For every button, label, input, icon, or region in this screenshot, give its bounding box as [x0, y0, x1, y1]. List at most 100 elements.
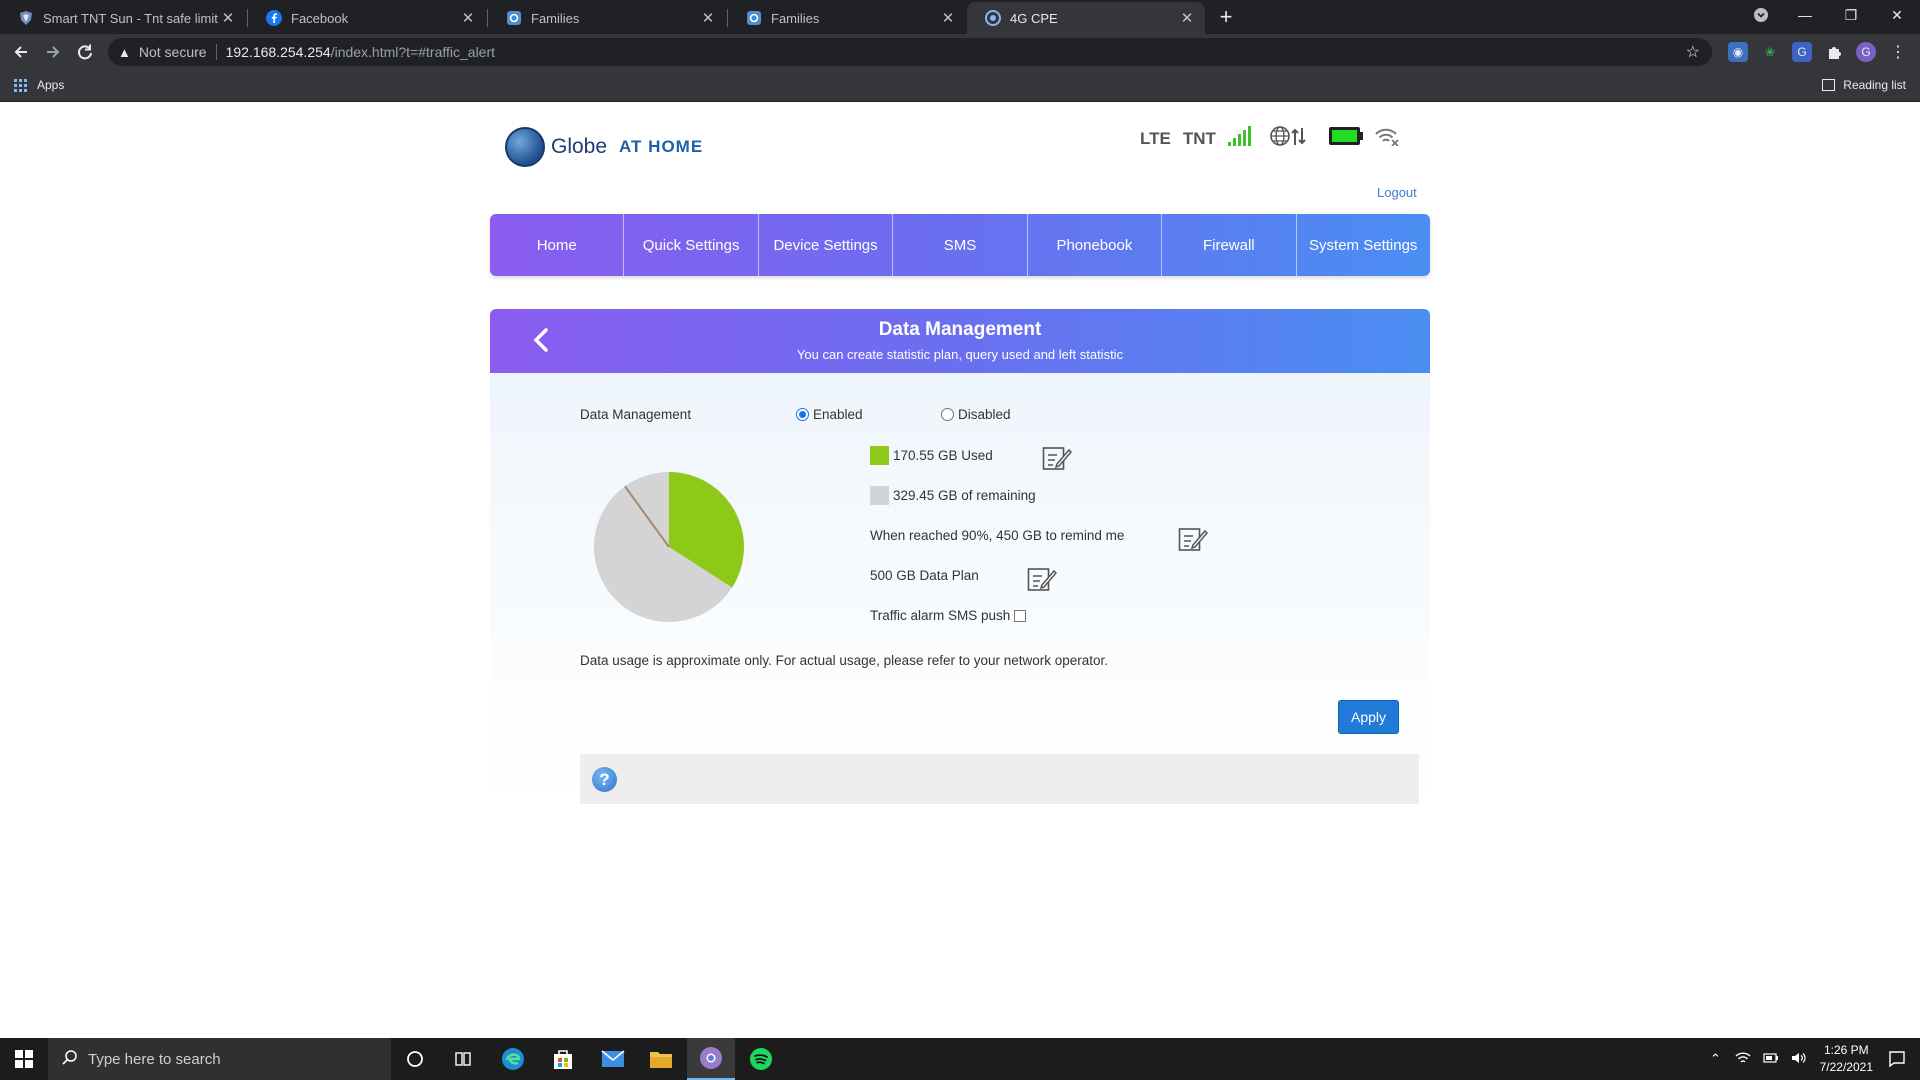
- logout-link[interactable]: Logout: [1377, 185, 1417, 200]
- close-tab-icon[interactable]: ✕: [698, 9, 718, 27]
- browser-tab-strip: Smart TNT Sun - Tnt safe limit | F ✕ Fac…: [0, 0, 1920, 34]
- menu-kebab-icon[interactable]: ⋮: [1888, 42, 1908, 62]
- radio-button[interactable]: [941, 408, 954, 421]
- file-explorer-icon[interactable]: [637, 1038, 685, 1080]
- search-icon: [62, 1049, 78, 1069]
- close-tab-icon[interactable]: ✕: [1177, 9, 1197, 27]
- windows-taskbar: Type here to search ⌃ 1:26 PM 7/22/2021: [0, 1038, 1920, 1080]
- extension-leaf-icon[interactable]: ❀: [1760, 42, 1780, 62]
- divider: [215, 44, 217, 60]
- browser-tab-2[interactable]: Facebook ✕: [248, 2, 486, 34]
- search-placeholder: Type here to search: [88, 1050, 221, 1068]
- network-icon[interactable]: [1735, 1051, 1751, 1068]
- back-icon[interactable]: [6, 34, 36, 70]
- nav-sms[interactable]: SMS: [893, 214, 1028, 276]
- tab-search-icon[interactable]: [1738, 0, 1784, 30]
- data-plan-row: 500 GB Data Plan: [870, 568, 979, 583]
- signal-strength-icon: [1227, 126, 1252, 151]
- wifi-off-icon: [1374, 126, 1400, 151]
- enabled-radio[interactable]: Enabled: [796, 407, 863, 422]
- chrome-icon: [985, 10, 1001, 26]
- nav-firewall[interactable]: Firewall: [1162, 214, 1297, 276]
- edit-data-plan-icon[interactable]: [1027, 566, 1058, 592]
- cortana-icon[interactable]: [391, 1038, 439, 1080]
- warning-icon[interactable]: ▲: [118, 45, 131, 60]
- apply-button[interactable]: Apply: [1338, 700, 1399, 734]
- network-type: LTE: [1140, 128, 1171, 148]
- edit-used-icon[interactable]: [1042, 445, 1073, 471]
- used-label: 170.55 GB Used: [893, 448, 993, 463]
- new-tab-button[interactable]: +: [1214, 4, 1238, 30]
- remind-threshold-label: When reached 90%, 450 GB to remind me: [870, 528, 1125, 543]
- section-header: Data Management You can create statistic…: [490, 309, 1430, 373]
- show-hidden-icons-icon[interactable]: ⌃: [1710, 1051, 1721, 1067]
- nav-device-settings[interactable]: Device Settings: [759, 214, 894, 276]
- remaining-label: 329.45 GB of remaining: [893, 488, 1036, 503]
- remind-threshold-row: When reached 90%, 450 GB to remind me: [870, 528, 1124, 543]
- chrome-taskbar-icon[interactable]: [687, 1038, 735, 1080]
- forward-icon[interactable]: [38, 34, 68, 70]
- bookmark-star-icon[interactable]: ☆: [1686, 42, 1700, 62]
- nav-home[interactable]: Home: [490, 214, 625, 276]
- battery-tray-icon[interactable]: [1763, 1052, 1779, 1067]
- radio-button-selected[interactable]: [796, 408, 809, 421]
- router-admin-page: Globe AT HOME LTE TNT Logout Home Quick …: [0, 103, 1920, 1038]
- extension-translate-icon[interactable]: G: [1792, 42, 1812, 62]
- data-management-panel: Data Management Enabled Disabled 170.55 …: [490, 373, 1430, 811]
- notifications-icon[interactable]: [1874, 1038, 1920, 1080]
- reading-list-button[interactable]: Reading list: [1822, 78, 1906, 92]
- sms-push-label: Traffic alarm SMS push: [870, 608, 1011, 623]
- browser-tab-active[interactable]: 4G CPE ✕: [967, 2, 1205, 34]
- disabled-radio[interactable]: Disabled: [941, 407, 1011, 422]
- brand-suffix: AT HOME: [619, 137, 704, 156]
- status-indicators: LTE TNT: [1140, 125, 1400, 152]
- taskbar-clock[interactable]: 1:26 PM 7/22/2021: [1820, 1042, 1873, 1076]
- used-legend: 170.55 GB Used: [870, 446, 993, 465]
- close-window-icon[interactable]: ✕: [1874, 0, 1920, 30]
- taskbar-search-box[interactable]: Type here to search: [48, 1038, 391, 1080]
- extensions-puzzle-icon[interactable]: [1824, 42, 1844, 62]
- security-label[interactable]: Not secure: [139, 44, 207, 60]
- edge-icon[interactable]: [489, 1038, 537, 1080]
- apps-shortcut[interactable]: Apps: [14, 78, 64, 92]
- tab-title: Facebook: [291, 10, 349, 26]
- edit-threshold-icon[interactable]: [1178, 526, 1209, 552]
- remaining-legend: 329.45 GB of remaining: [870, 486, 1036, 505]
- address-bar[interactable]: ▲ Not secure 192.168.254.254/index.html?…: [108, 38, 1712, 66]
- mail-icon[interactable]: [589, 1038, 637, 1080]
- browser-tab-1[interactable]: Smart TNT Sun - Tnt safe limit | F ✕: [0, 2, 246, 34]
- close-tab-icon[interactable]: ✕: [458, 9, 478, 27]
- extension-camera-icon[interactable]: ◉: [1728, 42, 1748, 62]
- minimize-icon[interactable]: —: [1782, 0, 1828, 30]
- tab-title: Families: [771, 10, 820, 26]
- browser-tab-4[interactable]: Families ✕: [728, 2, 966, 34]
- url-host: 192.168.254.254: [225, 44, 331, 60]
- spotify-icon[interactable]: [737, 1038, 785, 1080]
- help-icon[interactable]: ?: [592, 767, 617, 792]
- volume-icon[interactable]: [1791, 1051, 1807, 1068]
- restore-icon[interactable]: ❐: [1828, 0, 1874, 30]
- sms-push-checkbox[interactable]: [1014, 609, 1027, 622]
- profile-avatar[interactable]: G: [1856, 42, 1876, 62]
- sms-push-row: Traffic alarm SMS push: [870, 608, 1027, 623]
- families-icon: [506, 10, 522, 26]
- browser-tab-3[interactable]: Families ✕: [488, 2, 726, 34]
- close-tab-icon[interactable]: ✕: [938, 9, 958, 27]
- help-panel: ?: [580, 754, 1419, 804]
- globe-at-home-logo: Globe AT HOME: [505, 127, 703, 167]
- windows-start-icon[interactable]: [0, 1038, 48, 1080]
- nav-phonebook[interactable]: Phonebook: [1028, 214, 1163, 276]
- microsoft-store-icon[interactable]: [539, 1038, 587, 1080]
- reading-list-icon: [1822, 79, 1836, 91]
- main-navigation: Home Quick Settings Device Settings SMS …: [490, 214, 1430, 276]
- tab-title: 4G CPE: [1010, 10, 1058, 26]
- shield-icon: [18, 10, 34, 26]
- reload-icon[interactable]: [70, 34, 100, 70]
- close-tab-icon[interactable]: ✕: [218, 9, 238, 27]
- nav-quick-settings[interactable]: Quick Settings: [624, 214, 759, 276]
- brand-name: Globe: [551, 135, 608, 158]
- apps-grid-icon: [14, 78, 27, 92]
- task-view-icon[interactable]: [439, 1038, 487, 1080]
- nav-system-settings[interactable]: System Settings: [1297, 214, 1430, 276]
- globe-logo-icon: [505, 127, 545, 167]
